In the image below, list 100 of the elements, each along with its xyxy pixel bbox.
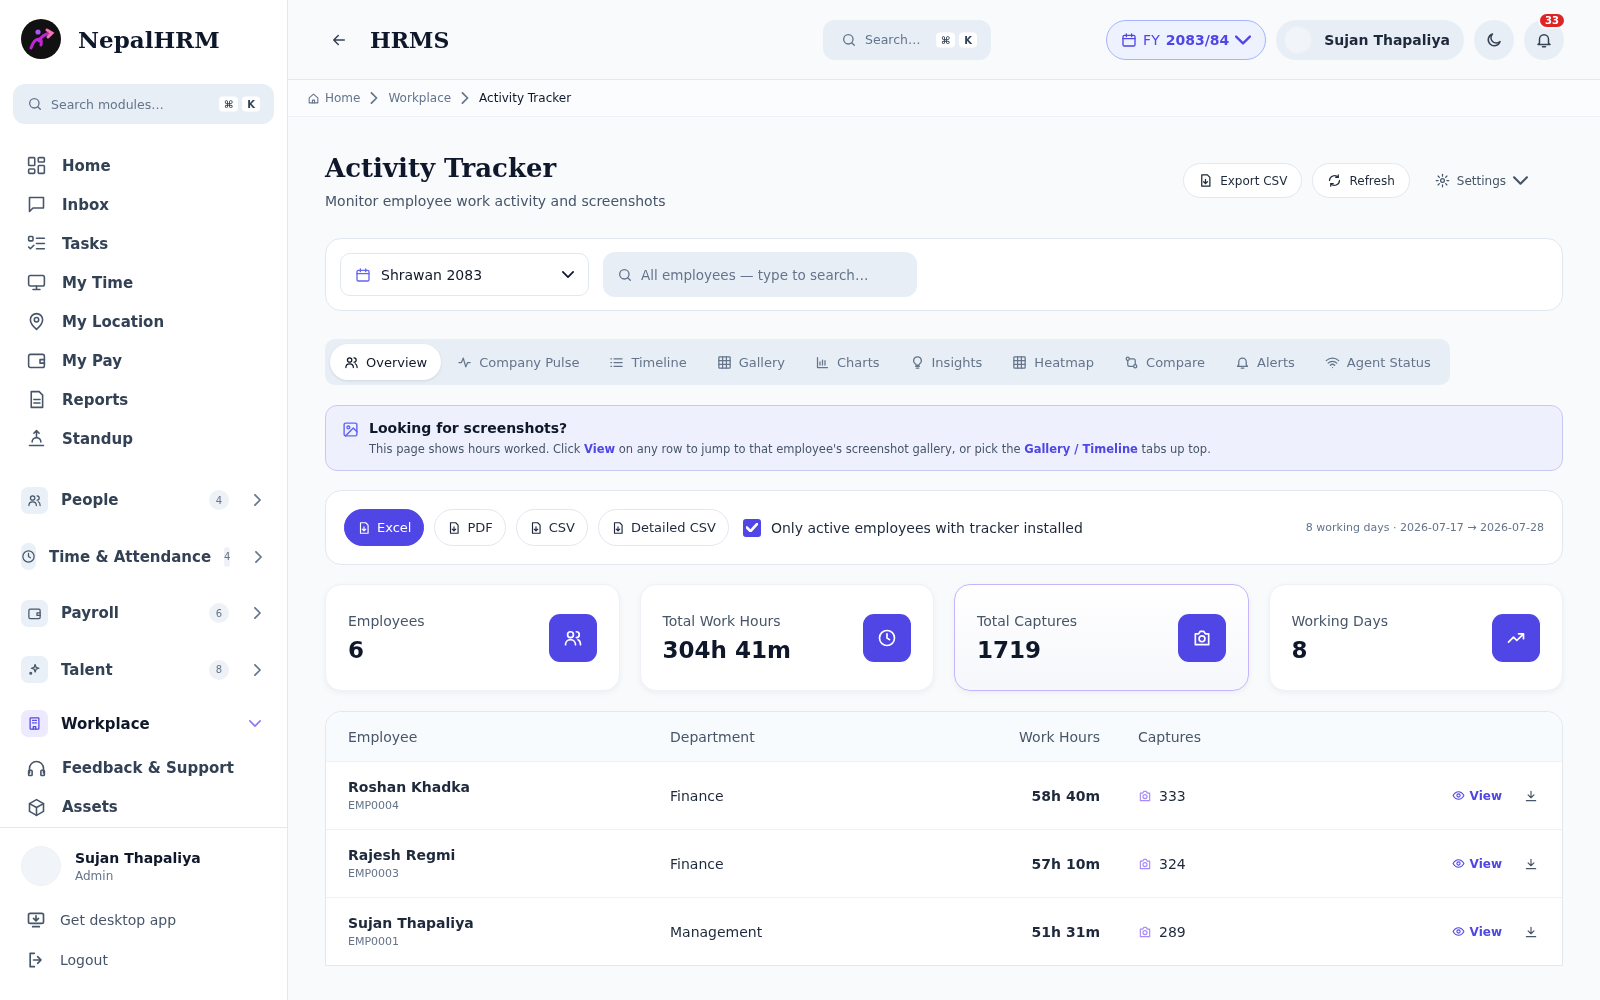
monitor-download-icon <box>26 910 46 930</box>
stat-label: Total Captures <box>977 612 1078 629</box>
tab[interactable]: Compare <box>1110 344 1220 380</box>
chevron-down-icon <box>1513 173 1528 188</box>
breadcrumb-link[interactable]: Home <box>307 91 361 105</box>
settings-button[interactable]: Settings <box>1419 163 1543 198</box>
tab[interactable]: Alerts <box>1221 344 1309 380</box>
file-download-icon <box>1198 173 1214 188</box>
tab[interactable]: Gallery <box>702 344 800 380</box>
view-link[interactable]: View <box>1451 924 1502 939</box>
search-icon <box>841 31 858 48</box>
banner-text: This page shows hours worked. Click View on any row to jump to that employee's screenshot gallery, or pick the Gallery / Timeline tabs up top. <box>369 442 1211 456</box>
sidebar-item[interactable]: Home <box>21 146 266 185</box>
theme-toggle-button[interactable] <box>1474 19 1514 60</box>
sidebar-item[interactable]: Feedback & Support <box>21 748 266 788</box>
breadcrumb-link[interactable]: Workplace <box>388 91 452 105</box>
sparkle-icon <box>27 662 42 678</box>
tab[interactable]: Timeline <box>595 344 701 380</box>
group-label: People <box>61 491 120 510</box>
view-link[interactable]: View <box>1451 788 1502 803</box>
employee-name: Roshan Khadka <box>348 779 472 795</box>
logout-link[interactable]: Logout <box>21 940 266 980</box>
view-link[interactable]: View <box>1451 856 1502 871</box>
camera-icon <box>1138 856 1152 871</box>
sidebar-group[interactable]: Talent 8 <box>21 641 266 699</box>
sidebar-group[interactable]: Time & Attendance 4 <box>21 528 266 586</box>
refresh-button[interactable]: Refresh <box>1312 163 1410 198</box>
export-csv-button[interactable]: Export CSV <box>1183 163 1303 198</box>
tab[interactable]: Agent Status <box>1310 344 1445 380</box>
stat-value: 1719 <box>977 636 1042 663</box>
tab[interactable]: Company Pulse <box>443 344 594 380</box>
tab[interactable]: Insights <box>895 344 997 380</box>
shortcut-key: K <box>959 32 978 47</box>
sidebar-item[interactable]: My Pay <box>21 341 266 380</box>
users-icon <box>27 492 42 508</box>
sidebar-group[interactable]: Workplace <box>21 698 266 749</box>
employee-search-field[interactable]: All employees — type to search… <box>603 252 917 297</box>
export-button[interactable]: Excel <box>344 509 425 546</box>
employee-name: Sujan Thapaliya <box>348 915 475 931</box>
table-cell: Finance <box>670 855 724 872</box>
moon-icon <box>1485 30 1503 49</box>
chevron-down-icon <box>249 720 261 728</box>
period-dropdown[interactable]: Shrawan 2083 <box>340 253 589 296</box>
sidebar-item[interactable]: My Location <box>21 302 266 341</box>
sidebar-item[interactable]: Standup <box>21 419 266 458</box>
export-button[interactable]: CSV <box>515 509 588 546</box>
settings-icon <box>1434 173 1450 188</box>
user-menu-button[interactable]: Sujan Thapaliya <box>1276 19 1464 60</box>
sidebar-group[interactable]: Payroll 6 <box>21 585 266 642</box>
column-header: Captures <box>1137 728 1202 745</box>
shortcut-key: K <box>242 96 260 112</box>
download-icon <box>1524 924 1538 939</box>
checkbox[interactable] <box>742 518 761 537</box>
home-icon <box>307 91 320 105</box>
employee-id: EMP0004 <box>348 799 401 812</box>
search-icon <box>27 96 43 112</box>
table-cell: 289 <box>1159 923 1186 940</box>
sidebar-item[interactable]: Assets <box>21 787 266 827</box>
tab[interactable]: Charts <box>801 344 894 380</box>
compare-icon <box>1124 354 1140 370</box>
count-badge: 6 <box>209 603 229 624</box>
sidebar-item[interactable]: Inbox <box>21 185 266 224</box>
fiscal-year-selector[interactable]: FY 2083/84 <box>1106 19 1267 60</box>
tab[interactable]: Heatmap <box>998 344 1109 380</box>
clock-icon <box>21 549 36 565</box>
export-button[interactable]: Detailed CSV <box>598 509 729 546</box>
column-header: Department <box>670 728 756 745</box>
export-button[interactable]: PDF <box>434 509 506 546</box>
app-name: NepalHRM <box>78 25 220 53</box>
count-badge: 8 <box>209 659 229 680</box>
text-link[interactable]: View <box>584 442 616 456</box>
calendar-icon <box>355 266 371 283</box>
stat-value: 6 <box>348 636 365 663</box>
search-icon <box>617 266 633 283</box>
logo-icon <box>21 19 61 59</box>
chevron-down-icon <box>562 271 574 278</box>
bar-chart-icon <box>815 354 831 370</box>
sidebar-group[interactable]: People 4 <box>21 472 266 529</box>
table-cell: 57h 10m <box>1031 855 1100 872</box>
tab[interactable]: Overview <box>330 344 442 380</box>
bell-icon <box>1235 354 1251 370</box>
user-role: Admin <box>75 868 115 883</box>
shortcut-key: ⌘ <box>936 32 956 47</box>
sidebar-item[interactable]: Tasks <box>21 224 266 263</box>
stat-value: 8 <box>1291 636 1309 663</box>
calendar-icon <box>1121 31 1138 48</box>
sidebar-item[interactable]: My Time <box>21 263 266 302</box>
check-icon <box>745 523 758 532</box>
employee-id: EMP0003 <box>348 867 401 880</box>
group-label: Talent <box>61 660 114 679</box>
camera-icon <box>1138 788 1152 803</box>
column-header: Work Hours <box>1018 728 1100 745</box>
users-icon <box>344 354 359 370</box>
desktop-app-link[interactable]: Get desktop app <box>21 900 266 940</box>
text-link[interactable]: Gallery / Timeline <box>1024 442 1138 456</box>
group-label: Time & Attendance <box>49 547 212 566</box>
grid-icon <box>26 155 47 176</box>
sidebar-item[interactable]: Reports <box>21 380 266 419</box>
refresh-icon <box>1327 173 1343 188</box>
column-header: Employee <box>348 728 419 745</box>
